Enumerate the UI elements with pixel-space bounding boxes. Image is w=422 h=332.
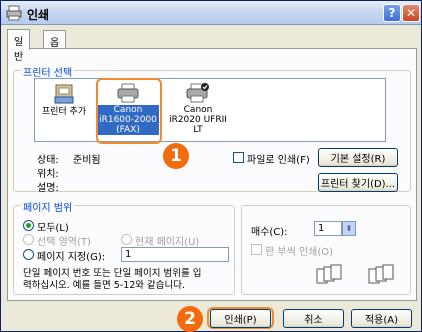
collate-pages-icon bbox=[316, 264, 342, 284]
location-label: 위치: bbox=[37, 169, 59, 180]
window-title: 인쇄 bbox=[27, 8, 50, 22]
callout-1: 1 bbox=[163, 143, 189, 169]
all-pages-label: 모두(L) bbox=[37, 223, 69, 234]
apply-button[interactable]: 적용(A) bbox=[351, 309, 412, 328]
cancel-button[interactable]: 취소 bbox=[283, 309, 344, 328]
radio-current-page[interactable] bbox=[121, 234, 132, 245]
add-printer-label: 프린터 추가 bbox=[41, 107, 87, 117]
highlight-box-printer bbox=[96, 78, 162, 144]
radio-selection[interactable] bbox=[23, 234, 34, 245]
page-range-hint-2: 력하십시오. 예를 들면 5-12와 같습니다. bbox=[23, 280, 186, 291]
pages-input[interactable]: 1 bbox=[121, 247, 229, 262]
copies-spinner[interactable]: ⬍ bbox=[342, 221, 356, 236]
close-icon: ✕ bbox=[405, 6, 417, 20]
printer-group-legend: 프린터 선택 bbox=[21, 64, 75, 79]
print-to-file-label: 파일로 인쇄(F) bbox=[247, 155, 310, 166]
status-label: 상태: bbox=[37, 155, 59, 166]
radio-pages[interactable] bbox=[23, 249, 34, 260]
printer-ir2020-line3: LT bbox=[193, 125, 203, 135]
printer-list[interactable]: 프린터 추가 Canon iR1600-2000 (FAX) Canon iR2… bbox=[34, 78, 386, 142]
printer-item-ir2020[interactable]: Canon iR2020 UFRII LT bbox=[167, 83, 229, 135]
page-range-legend: 페이지 범위 bbox=[21, 199, 75, 214]
collate-checkbox[interactable] bbox=[251, 244, 262, 255]
add-printer-icon bbox=[54, 84, 74, 104]
callout-2: 2 bbox=[177, 306, 203, 332]
help-icon: ? bbox=[388, 6, 396, 20]
pages-label: 페이지 지정(G): bbox=[37, 252, 106, 263]
close-button[interactable]: ✕ bbox=[402, 4, 420, 22]
find-printer-button[interactable]: 프린터 찾기(D)... bbox=[318, 173, 398, 192]
print-to-file-checkbox[interactable] bbox=[233, 152, 244, 163]
printer-ir2020-line1: Canon bbox=[183, 105, 213, 115]
current-page-label: 현재 페이지(U) bbox=[135, 237, 200, 248]
selection-label: 선택 영역(T) bbox=[37, 237, 91, 248]
collate-label: 한 부씩 인쇄(O) bbox=[265, 247, 334, 258]
copies-input[interactable]: 1 bbox=[314, 221, 342, 236]
spinner-arrows-icon: ⬍ bbox=[345, 224, 353, 233]
help-button[interactable]: ? bbox=[383, 4, 401, 22]
collate-pages-icon-2 bbox=[368, 264, 394, 284]
tab-options[interactable]: 옵션 bbox=[43, 30, 67, 64]
comment-label: 설명: bbox=[37, 183, 59, 194]
tab-general[interactable]: 일반 bbox=[7, 29, 31, 63]
print-button[interactable]: 인쇄(P) bbox=[210, 309, 271, 328]
preferences-button[interactable]: 기본 설정(R) bbox=[318, 148, 398, 167]
default-printer-icon bbox=[186, 83, 209, 103]
title-bar: 인쇄 ? ✕ bbox=[1, 1, 421, 25]
printer-ir2020-line2: iR2020 UFRII bbox=[169, 115, 227, 125]
printer-title-icon bbox=[6, 5, 22, 21]
print-dialog: 인쇄 ? ✕ 일반 옵션 프린터 선택 프린터 추가 bbox=[0, 0, 422, 332]
printer-item-add[interactable]: 프린터 추가 bbox=[39, 83, 89, 117]
status-value: 준비됨 bbox=[73, 155, 101, 166]
radio-all-pages[interactable] bbox=[23, 220, 34, 231]
copies-label: 매수(C): bbox=[251, 227, 288, 238]
